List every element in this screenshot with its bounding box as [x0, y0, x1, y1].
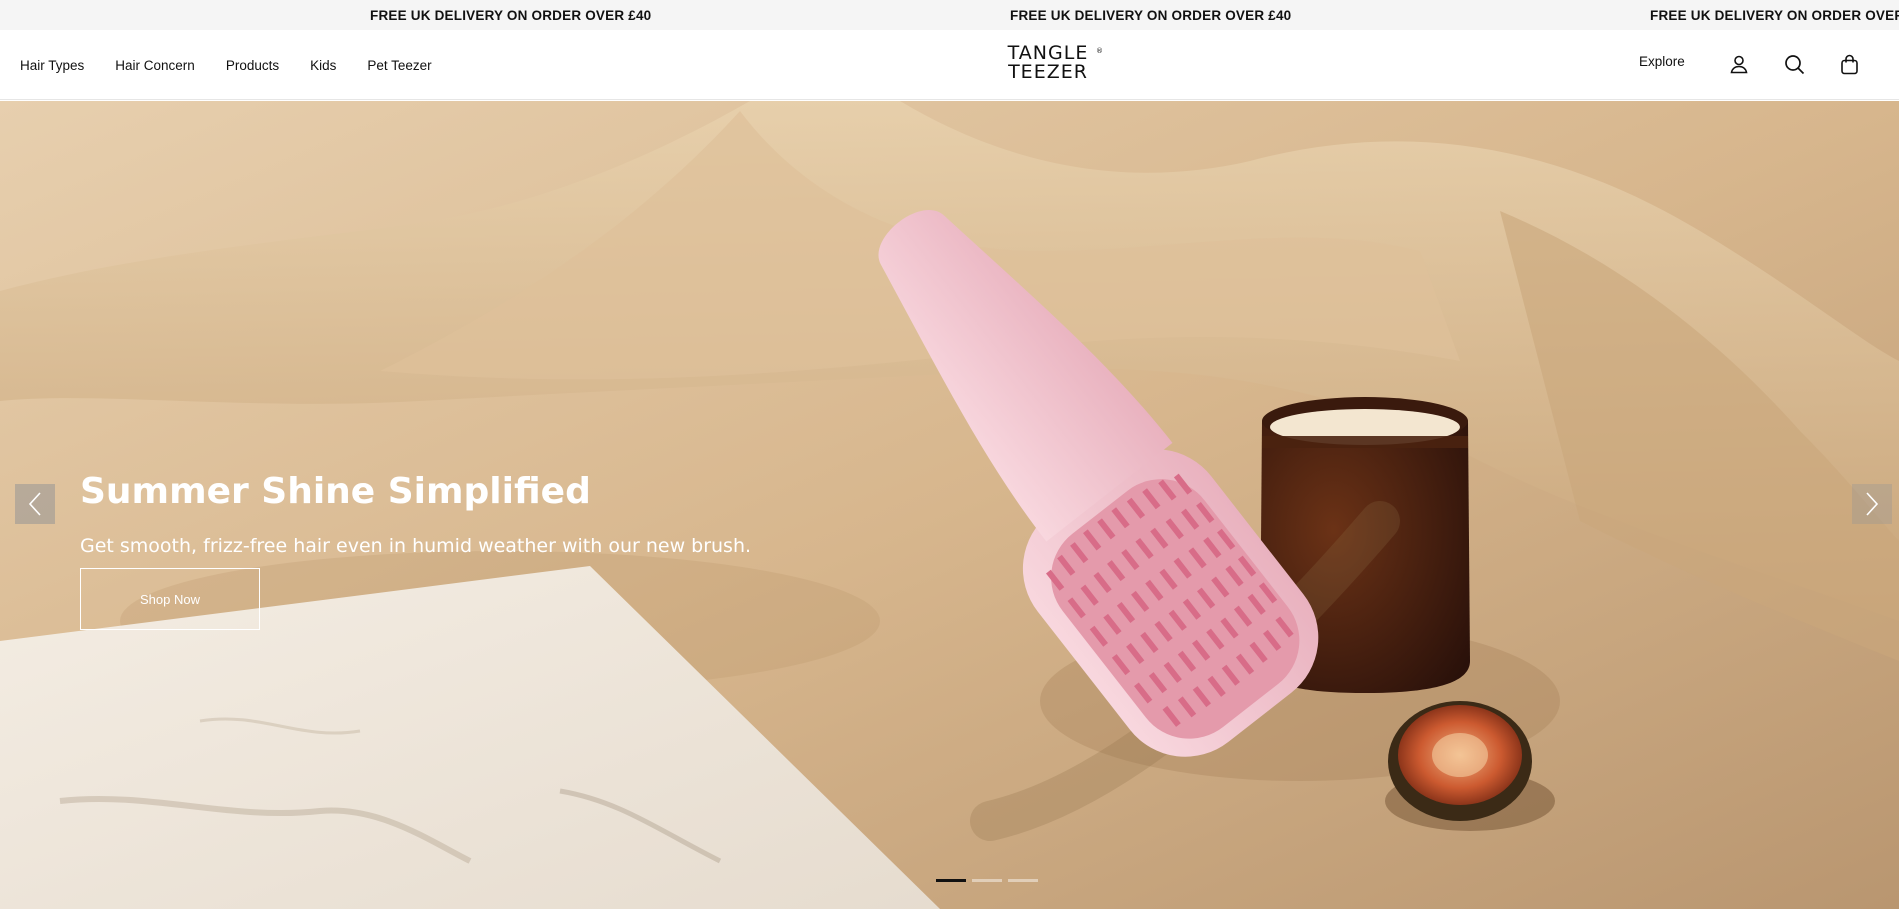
carousel-dots [936, 879, 1038, 882]
promo-message: FREE UK DELIVERY ON ORDER OVER £40 [370, 8, 652, 23]
nav-item-hair-concern[interactable]: Hair Concern [115, 58, 195, 73]
header-actions: Explore [1639, 30, 1899, 100]
nav-item-products[interactable]: Products [226, 58, 279, 73]
shop-now-button[interactable]: Shop Now [80, 568, 260, 630]
registered-mark: ® [1096, 47, 1104, 55]
promo-bar: FREE UK DELIVERY ON ORDER OVER £40 FREE … [0, 0, 1899, 30]
hero-subtitle: Get smooth, frizz-free hair even in humi… [80, 535, 752, 557]
carousel-prev-button[interactable] [15, 484, 55, 524]
user-icon [1730, 55, 1748, 74]
hero-title: Summer Shine Simplified [80, 471, 591, 512]
carousel-dot[interactable] [936, 879, 966, 882]
search-icon [1784, 54, 1804, 74]
logo-line-2: TEEZER [1008, 61, 1088, 83]
carousel-dot[interactable] [1008, 879, 1038, 882]
site-header: Hair Types Hair Concern Products Kids Pe… [0, 30, 1899, 100]
hero-carousel: Summer Shine Simplified Get smooth, friz… [0, 101, 1899, 909]
promo-message: FREE UK DELIVERY ON ORDER OVER £40 [1650, 8, 1899, 23]
nav-item-kids[interactable]: Kids [310, 58, 336, 73]
brand-logo[interactable]: TANGLE TEEZER ® [992, 44, 1104, 88]
account-button[interactable] [1725, 50, 1753, 78]
carousel-dot[interactable] [972, 879, 1002, 882]
cart-button[interactable] [1835, 50, 1863, 78]
carousel-next-button[interactable] [1852, 484, 1892, 524]
nav-item-pet-teezer[interactable]: Pet Teezer [367, 58, 431, 73]
explore-link[interactable]: Explore [1639, 54, 1685, 69]
promo-message: FREE UK DELIVERY ON ORDER OVER £40 [1010, 8, 1292, 23]
nav-item-hair-types[interactable]: Hair Types [20, 58, 84, 73]
search-button[interactable] [1780, 50, 1808, 78]
shopping-bag-icon [1840, 54, 1858, 74]
main-nav: Hair Types Hair Concern Products Kids Pe… [20, 30, 463, 100]
chevron-right-icon [1866, 492, 1879, 516]
chevron-left-icon [28, 492, 41, 516]
